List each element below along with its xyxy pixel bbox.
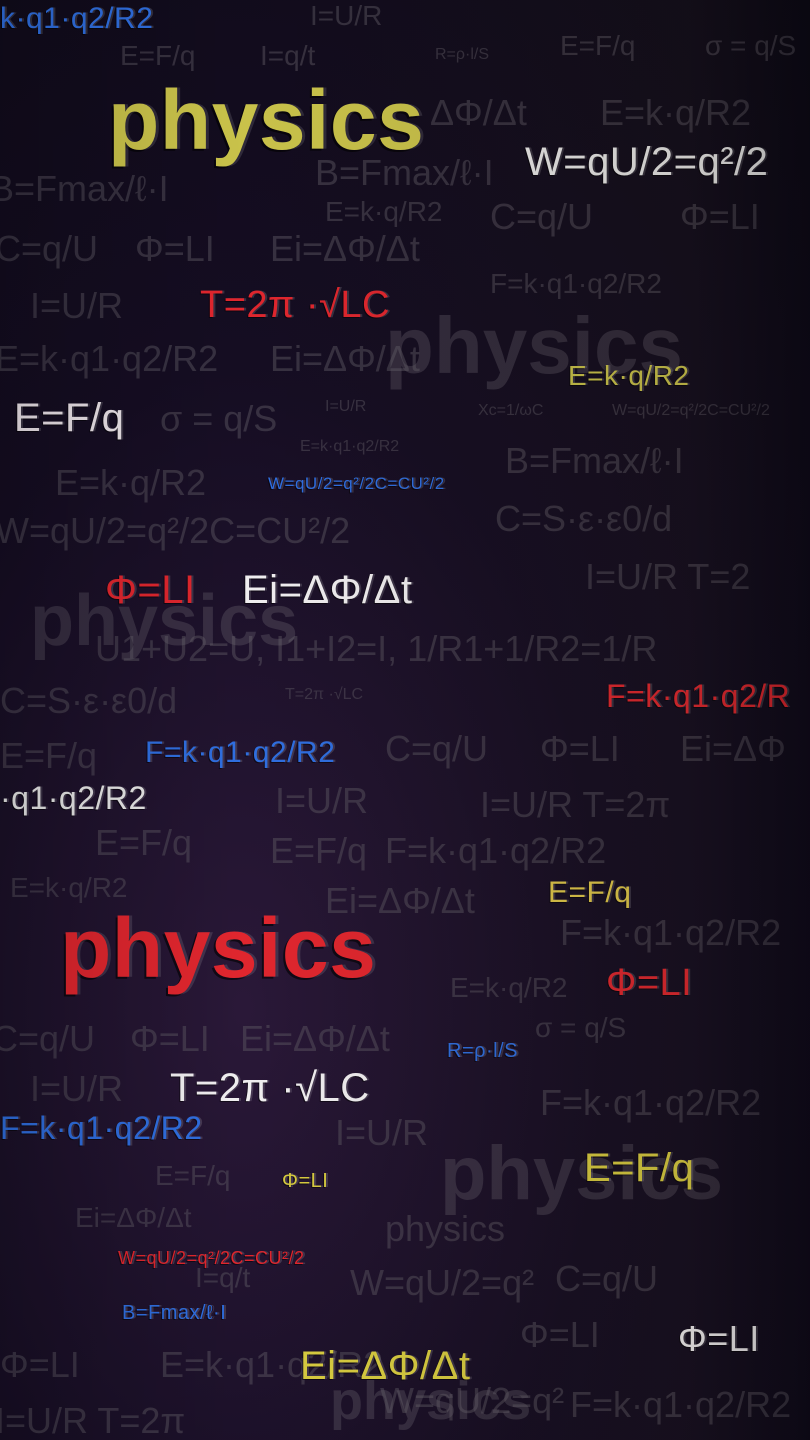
bg-formula: I=U/R — [335, 1112, 429, 1153]
bg-formula: F=k·q1·q2/R2 — [490, 268, 662, 299]
bg-formula: Φ=LI — [680, 196, 760, 237]
bg-formula: E=k·q1·q2/R2 — [300, 438, 400, 455]
physics-title-red: physics — [60, 901, 377, 995]
bg-formula: E=k·q/R2 — [600, 92, 752, 133]
bg-formula: F=k·q1·q2/R2 — [570, 1384, 792, 1425]
bg-formula: R=ρ·l/S — [435, 46, 489, 63]
bg-formula: I=U/R — [310, 0, 383, 31]
bg-formula: I=U/R — [30, 285, 124, 326]
bg-formula: C=S·ε·ε0/d — [495, 498, 673, 539]
bg-formula: T=2π ·√LC — [285, 686, 364, 703]
bg-formula: I=U/R T=2π — [480, 784, 671, 825]
formula-energy-small-blue: W=qU/2=q²/2C=CU²/2 — [268, 474, 445, 493]
formula-coulomb-blue: k·q1·q2/R2 — [0, 2, 154, 35]
formula-flux-small-yellow: Φ=LI — [282, 1170, 329, 1192]
bg-formula: W=qU/2=q²/2C=CU²/2 — [612, 402, 770, 419]
bg-formula: I=U/R — [325, 398, 367, 415]
formula-magnetic-small-blue: B=Fmax/ℓ·I — [122, 1302, 227, 1324]
bg-formula: ΔΦ/Δt — [430, 92, 527, 133]
bg-formula: Ei=ΔΦ/Δt — [270, 228, 420, 269]
bg-formula: F=k·q1·q2/R2 — [540, 1082, 762, 1123]
formula-flux-red: Φ=LI — [606, 962, 693, 1004]
formula-wallpaper: I=U/R E=F/q I=q/t R=ρ·l/S E=F/q σ = q/S … — [0, 0, 810, 1440]
formula-field-yellow: E=F/q — [548, 876, 632, 909]
bg-formula: σ = q/S — [705, 30, 797, 61]
formula-energy-white: W=qU/2=q²/2 — [525, 140, 769, 184]
formula-flux-white: Φ=LI — [678, 1318, 760, 1359]
bg-formula: E=k·q1·q2/R2 — [0, 338, 219, 379]
bg-formula: C=S·ε·ε0/d — [0, 680, 178, 721]
bg-formula: E=F/q — [270, 830, 368, 871]
formula-coulomb-partial-white: ·q1·q2/R2 — [0, 780, 147, 816]
bg-formula: W=qU/2=q²/2C=CU²/2 — [0, 510, 351, 551]
formula-field-white: E=F/q — [14, 396, 125, 440]
bg-formula: C=q/U — [0, 228, 99, 269]
bg-formula: Xc=1/ωC — [478, 402, 544, 419]
bg-formula: F=k·q1·q2/R2 — [385, 830, 607, 871]
formula-coulomb-blue: F=k·q1·q2/R2 — [0, 1110, 203, 1146]
bg-formula: E=F/q — [155, 1160, 231, 1191]
bg-formula: E=F/q — [95, 822, 193, 863]
bg-formula: E=F/q — [120, 40, 196, 71]
bg-formula: E=k·q/R2 — [325, 196, 443, 227]
bg-formula: C=q/U — [0, 1018, 96, 1059]
formula-resistance-blue: R=ρ·l/S — [447, 1040, 518, 1062]
bg-formula: Φ=LI — [135, 228, 215, 269]
bg-formula: E=k·q/R2 — [450, 972, 568, 1003]
bg-formula: I=U/R T=2 — [585, 556, 751, 597]
bg-formula: I=U/R T=2π — [0, 1400, 186, 1440]
formula-emf-white: Ei=ΔΦ/Δt — [242, 568, 413, 612]
bg-formula: I=U/R — [30, 1068, 124, 1109]
physics-title-yellow: physics — [108, 73, 425, 167]
bg-formula: Φ=LI — [520, 1314, 600, 1355]
bg-formula: C=q/U — [490, 196, 594, 237]
bg-formula: Φ=LI — [0, 1344, 80, 1385]
bg-formula: E=k·q/R2 — [55, 462, 207, 503]
formula-period-red: T=2π ·√LC — [200, 284, 390, 326]
bg-formula: Φ=LI — [130, 1018, 210, 1059]
bg-formula: F=k·q1·q2/R2 — [560, 912, 782, 953]
formula-coulomb-red: F=k·q1·q2/R — [606, 678, 791, 714]
bg-formula: B=Fmax/ℓ·I — [0, 168, 169, 209]
bg-formula: Ei=ΔΦ — [680, 728, 786, 769]
bg-formula: Ei=ΔΦ/Δt — [240, 1018, 390, 1059]
bg-formula: B=Fmax/ℓ·I — [505, 440, 684, 481]
formula-period-white: T=2π ·√LC — [170, 1066, 370, 1110]
formula-coulomb-blue: F=k·q1·q2/R2 — [145, 736, 336, 769]
bg-formula: E=F/q — [560, 30, 636, 61]
formula-flux-red: Φ=LI — [105, 568, 196, 612]
formula-field-yellow: E=k·q/R2 — [568, 360, 690, 391]
bg-formula: E=F/q — [0, 735, 98, 776]
bg-formula: W=qU/2=q² — [350, 1262, 535, 1303]
formula-field-yellow: E=F/q — [584, 1146, 695, 1190]
bg-formula: Ei=ΔΦ/Δt — [75, 1202, 192, 1233]
bg-formula: Φ=LI — [540, 728, 620, 769]
formula-energy-small-red: W=qU/2=q²/2C=CU²/2 — [118, 1248, 305, 1268]
bg-formula: σ = q/S — [160, 398, 278, 439]
bg-formula: σ = q/S — [535, 1012, 627, 1043]
bg-formula: I=q/t — [260, 40, 316, 71]
bg-formula: I=U/R — [275, 780, 369, 821]
bg-formula: C=q/U — [555, 1258, 659, 1299]
bg-formula: C=q/U — [385, 728, 489, 769]
formula-emf-yellow: Ei=ΔΦ/Δt — [300, 1344, 471, 1388]
